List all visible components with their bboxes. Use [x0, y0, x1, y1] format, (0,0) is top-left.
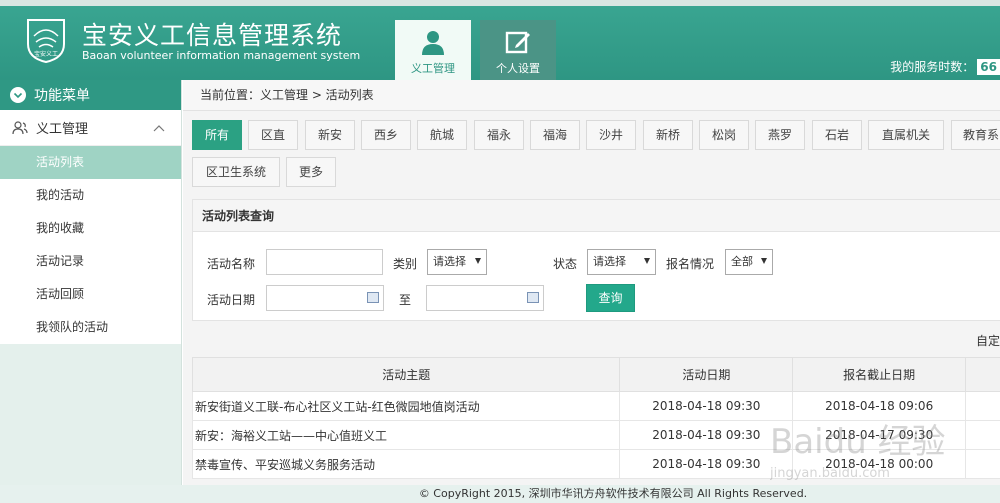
region-more[interactable]: 更多: [286, 157, 336, 187]
tab-label: 义工管理: [411, 62, 455, 75]
sidebar-menu-title: 功能菜单: [34, 88, 90, 104]
calendar-icon[interactable]: [367, 292, 379, 303]
dropdown-arrow-icon: [761, 258, 767, 264]
app-subtitle: Baoan volunteer information management s…: [82, 49, 361, 62]
logo-icon[interactable]: 宝安义工: [24, 14, 68, 64]
tab-label: 个人设置: [496, 62, 540, 75]
region-all[interactable]: 所有: [192, 120, 242, 150]
signup-deadline: 2018-04-17 09:30: [792, 420, 967, 450]
sidebar-item-my-led-activities[interactable]: 我领队的活动: [0, 311, 181, 344]
region-xinqiao[interactable]: 新桥: [643, 120, 693, 150]
query-title: 活动列表查询: [193, 200, 1000, 232]
category-select[interactable]: 请选择: [427, 249, 487, 275]
category-select-value: 请选择: [433, 255, 466, 268]
region-direct-agencies[interactable]: 直属机关: [868, 120, 944, 150]
sidebar-item-my-activities[interactable]: 我的活动: [0, 179, 181, 212]
breadcrumb: 当前位置：义工管理 > 活动列表: [183, 80, 1000, 111]
activity-table: 活动主题 活动日期 报名截止日期 新安街道义工联-布心社区义工站-红色微园地值岗…: [191, 357, 1000, 479]
activity-date-label: 活动日期: [207, 293, 256, 307]
service-hours-label: 我的服务时数：: [890, 60, 975, 74]
table-header-row: 活动主题 活动日期 报名截止日期: [191, 357, 1000, 392]
activity-topic[interactable]: 新安街道义工联-布心社区义工站-红色微园地值岗活动: [191, 391, 621, 421]
table-row[interactable]: 新安：海裕义工站——中心值班义工 2018-04-18 09:30 2018-0…: [191, 420, 1000, 450]
chevron-down-icon: [10, 87, 26, 103]
signup-status-label: 报名情况: [666, 257, 715, 271]
column-header-deadline[interactable]: 报名截止日期: [792, 357, 967, 392]
sidebar-list: 活动列表 我的活动 我的收藏 活动记录 活动回顾 我领队的活动: [0, 146, 181, 344]
footer-copyright: © CopyRight 2015, 深圳市华讯方舟软件技术有限公司 All Ri…: [0, 485, 1000, 503]
tab-personal-settings[interactable]: 个人设置: [480, 20, 556, 80]
signup-status-select[interactable]: 全部: [725, 249, 773, 275]
customize-link[interactable]: 自定: [976, 332, 1000, 349]
column-header-topic[interactable]: 活动主题: [191, 357, 621, 392]
region-education[interactable]: 教育系: [951, 120, 1000, 150]
table-cell-extra: [965, 391, 1000, 421]
tab-volunteer-management[interactable]: 义工管理: [395, 20, 471, 80]
table-row[interactable]: 新安街道义工联-布心社区义工站-红色微园地值岗活动 2018-04-18 09:…: [191, 391, 1000, 421]
region-health-system[interactable]: 区卫生系统: [192, 157, 280, 187]
region-hangcheng[interactable]: 航城: [417, 120, 467, 150]
activity-name-input[interactable]: [266, 249, 383, 275]
app-header: 宝安义工 宝安义工信息管理系统 Baoan volunteer informat…: [0, 0, 1000, 80]
activity-topic[interactable]: 新安：海裕义工站——中心值班义工: [191, 420, 621, 450]
chevron-up-icon: [153, 124, 165, 131]
region-xinan[interactable]: 新安: [305, 120, 355, 150]
users-icon: [12, 120, 28, 134]
date-start-input[interactable]: [266, 285, 384, 311]
header-top-strip: [0, 0, 1000, 6]
activity-name-label: 活动名称: [207, 257, 256, 271]
logo-text: 宝安义工: [34, 50, 58, 58]
activity-topic[interactable]: 禁毒宣传、平安巡城义务服务活动: [191, 449, 621, 479]
service-hours-value: 66: [977, 59, 1000, 75]
category-label: 类别: [393, 257, 418, 271]
service-hours: 我的服务时数： 66: [890, 58, 1000, 75]
query-panel: 活动列表查询 活动名称 类别 请选择 状态 请选择 报名情况 全部 活动日期 至…: [192, 199, 1000, 321]
sidebar-item-activity-review[interactable]: 活动回顾: [0, 278, 181, 311]
sidebar-group-volunteer[interactable]: 义工管理: [0, 110, 181, 146]
date-to-label: 至: [399, 293, 412, 307]
signup-deadline: 2018-04-18 00:00: [792, 449, 967, 479]
region-xixiang[interactable]: 西乡: [361, 120, 411, 150]
column-header-date[interactable]: 活动日期: [619, 357, 794, 392]
table-cell-extra: [965, 449, 1000, 479]
sidebar-item-activity-records[interactable]: 活动记录: [0, 245, 181, 278]
sidebar-menu-header[interactable]: 功能菜单: [0, 80, 181, 110]
column-header-extra: [965, 357, 1000, 392]
edit-icon: [505, 31, 530, 54]
region-shajing[interactable]: 沙井: [586, 120, 636, 150]
calendar-icon[interactable]: [527, 292, 539, 303]
main-content: 当前位置：义工管理 > 活动列表 所有 区直 新安 西乡 航城 福永 福海 沙井…: [183, 80, 1000, 485]
sidebar-group-label: 义工管理: [36, 122, 89, 137]
dropdown-arrow-icon: [475, 258, 481, 264]
sidebar: 功能菜单 义工管理 活动列表 我的活动 我的收藏 活动记录 活动回顾 我领队的活…: [0, 80, 182, 485]
status-label: 状态: [553, 257, 578, 271]
region-quzhi[interactable]: 区直: [248, 120, 298, 150]
status-select[interactable]: 请选择: [587, 249, 656, 275]
region-fuyong[interactable]: 福永: [474, 120, 524, 150]
activity-date: 2018-04-18 09:30: [619, 449, 794, 479]
sidebar-item-my-favorites[interactable]: 我的收藏: [0, 212, 181, 245]
table-cell-extra: [965, 420, 1000, 450]
activity-date: 2018-04-18 09:30: [619, 391, 794, 421]
status-select-value: 请选择: [593, 255, 626, 268]
app-title: 宝安义工信息管理系统: [82, 21, 343, 50]
dropdown-arrow-icon: [644, 258, 650, 264]
sidebar-item-activity-list[interactable]: 活动列表: [0, 146, 181, 179]
region-songgang[interactable]: 松岗: [699, 120, 749, 150]
table-row[interactable]: 禁毒宣传、平安巡城义务服务活动 2018-04-18 09:30 2018-04…: [191, 449, 1000, 479]
region-shiyan[interactable]: 石岩: [812, 120, 862, 150]
user-icon: [422, 31, 444, 55]
signup-deadline: 2018-04-18 09:06: [792, 391, 967, 421]
region-fuhai[interactable]: 福海: [530, 120, 580, 150]
search-button[interactable]: 查询: [586, 284, 635, 312]
activity-date: 2018-04-18 09:30: [619, 420, 794, 450]
date-end-input[interactable]: [426, 285, 544, 311]
region-yanluo[interactable]: 燕罗: [755, 120, 805, 150]
signup-status-select-value: 全部: [731, 255, 753, 268]
